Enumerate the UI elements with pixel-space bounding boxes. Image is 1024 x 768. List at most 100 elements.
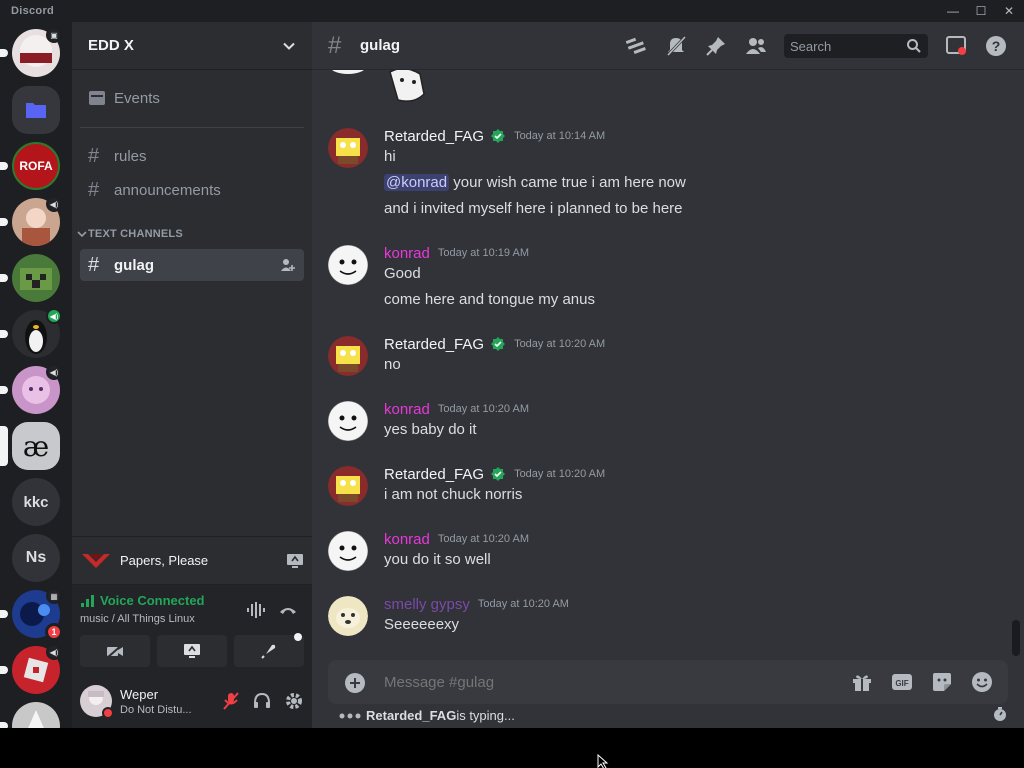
guild-header[interactable]: EDD X [72, 22, 312, 70]
gif-icon[interactable]: GIF [891, 671, 913, 693]
disconnect-icon[interactable] [278, 601, 298, 619]
channel-announcements[interactable]: # announcements [80, 174, 304, 206]
search-input[interactable]: Search [784, 34, 928, 58]
mic-muted-icon[interactable] [222, 691, 240, 711]
voice-connected-label: Voice Connected [100, 593, 205, 608]
message-header: smelly gypsy Today at 10:20 AM [384, 594, 569, 614]
message-header: Retarded_FAG Today at 10:20 AM [384, 464, 605, 484]
notification-bell-muted-icon[interactable] [664, 34, 688, 58]
author-name[interactable]: Retarded_FAG [384, 128, 484, 145]
slowmode-timer-icon [994, 707, 1006, 721]
avatar[interactable] [80, 685, 114, 719]
author-name[interactable]: smelly gypsy [384, 596, 470, 613]
minimize-button[interactable]: — [938, 2, 968, 20]
channel-name: announcements [114, 181, 221, 199]
message-header: konrad Today at 10:19 AM [384, 243, 529, 263]
server-icon: ROFA [12, 142, 60, 190]
timestamp: Today at 10:20 AM [477, 598, 569, 610]
voice-location[interactable]: music / All Things Linux [80, 613, 195, 625]
previous-attachment-image[interactable] [384, 64, 432, 106]
app-name: Discord [11, 5, 55, 17]
unread-pip [0, 49, 8, 57]
camera-off-button[interactable] [80, 635, 150, 667]
events-link[interactable]: Events [80, 82, 304, 114]
help-icon[interactable]: ? [984, 34, 1008, 58]
direct-messages-button[interactable]: ▣ [0, 27, 62, 77]
invite-icon[interactable] [280, 257, 296, 273]
avatar[interactable] [328, 336, 368, 376]
server-ns[interactable]: Ns [12, 534, 60, 582]
avatar[interactable] [328, 596, 368, 636]
message-text: i am not chuck norris [384, 486, 523, 503]
creeper-icon [20, 268, 52, 290]
maximize-button[interactable]: ☐ [966, 2, 996, 20]
server-icon [12, 254, 60, 302]
server-kkc[interactable]: kkc [12, 478, 60, 526]
cartoon-face-avatar-icon [328, 531, 368, 571]
message-input[interactable] [384, 671, 824, 693]
member-list-icon[interactable] [744, 34, 768, 58]
server-roblox[interactable]: ◀) [0, 644, 62, 694]
message-text: Seeeeeexy [384, 616, 460, 633]
server-folder[interactable] [12, 86, 60, 134]
share-screen-button[interactable] [157, 635, 227, 667]
server-linux[interactable]: ◀) [0, 308, 62, 358]
emoji-icon[interactable] [971, 671, 993, 693]
svg-text:?: ? [992, 38, 1001, 54]
screen-share-icon[interactable] [286, 553, 304, 569]
timestamp: Today at 10:14 AM [514, 130, 606, 142]
server-anime[interactable]: ◀) [0, 196, 62, 246]
avatar[interactable] [328, 401, 368, 441]
gear-icon[interactable] [284, 691, 304, 711]
camera-icon: ▣ [46, 27, 62, 43]
gift-icon[interactable] [851, 671, 873, 693]
rocket-icon [261, 644, 276, 659]
verified-badge-icon [491, 129, 506, 143]
user-status: Do Not Distu... [120, 703, 192, 716]
typing-suffix: is typing... [456, 708, 515, 723]
author-name[interactable]: Retarded_FAG [384, 466, 484, 483]
user-info[interactable]: Weper Do Not Distu... [120, 687, 222, 716]
close-button[interactable]: ✕ [994, 2, 1024, 20]
category-text-channels[interactable]: TEXT CHANNELS [76, 228, 183, 240]
server-icon: kkc [12, 478, 60, 526]
avatar[interactable] [328, 245, 368, 285]
add-attachment-icon[interactable] [344, 672, 366, 694]
server-blue[interactable]: ▦ 1 [0, 588, 63, 641]
hash-icon: # [328, 32, 342, 59]
server-rail: ▣ ROFA ◀) ◀) ◀) æ kkc Ns ▦ 1 ◀) [0, 22, 72, 728]
server-rofa[interactable]: ROFA [0, 142, 60, 190]
channel-rules[interactable]: # rules [80, 140, 304, 172]
unread-pip [0, 162, 8, 170]
message-text: hi [384, 148, 396, 165]
chevron-down-icon [283, 42, 295, 50]
pin-icon[interactable] [704, 34, 728, 58]
unread-pip [0, 610, 8, 618]
spongebob-avatar-icon [328, 128, 368, 168]
avatar[interactable] [328, 531, 368, 571]
mouse-cursor-icon [597, 754, 609, 768]
channel-gulag[interactable]: # gulag [80, 249, 304, 281]
noise-suppression-icon[interactable] [246, 601, 266, 619]
message-text: @konrad your wish came true i am here no… [384, 174, 686, 191]
avatar[interactable] [328, 128, 368, 168]
author-name[interactable]: konrad [384, 245, 430, 262]
server-icon [12, 702, 60, 728]
server-creeper[interactable] [0, 254, 60, 302]
headphones-icon[interactable] [252, 691, 272, 711]
author-name[interactable]: konrad [384, 401, 430, 418]
scrollbar-thumb[interactable] [1012, 620, 1020, 656]
user-mention[interactable]: @konrad [384, 174, 450, 191]
avatar[interactable] [328, 466, 368, 506]
verified-badge-icon [491, 337, 506, 351]
threads-icon[interactable] [624, 34, 648, 58]
server-pink[interactable]: ◀) [0, 364, 62, 414]
sticker-icon[interactable] [931, 671, 953, 693]
author-name[interactable]: Retarded_FAG [384, 336, 484, 353]
inbox-icon[interactable] [944, 34, 968, 58]
server-ae[interactable]: æ [0, 422, 60, 470]
author-name[interactable]: konrad [384, 531, 430, 548]
server-white[interactable] [0, 702, 60, 728]
activity-button[interactable] [234, 633, 304, 667]
chevron-down-icon [77, 231, 87, 238]
